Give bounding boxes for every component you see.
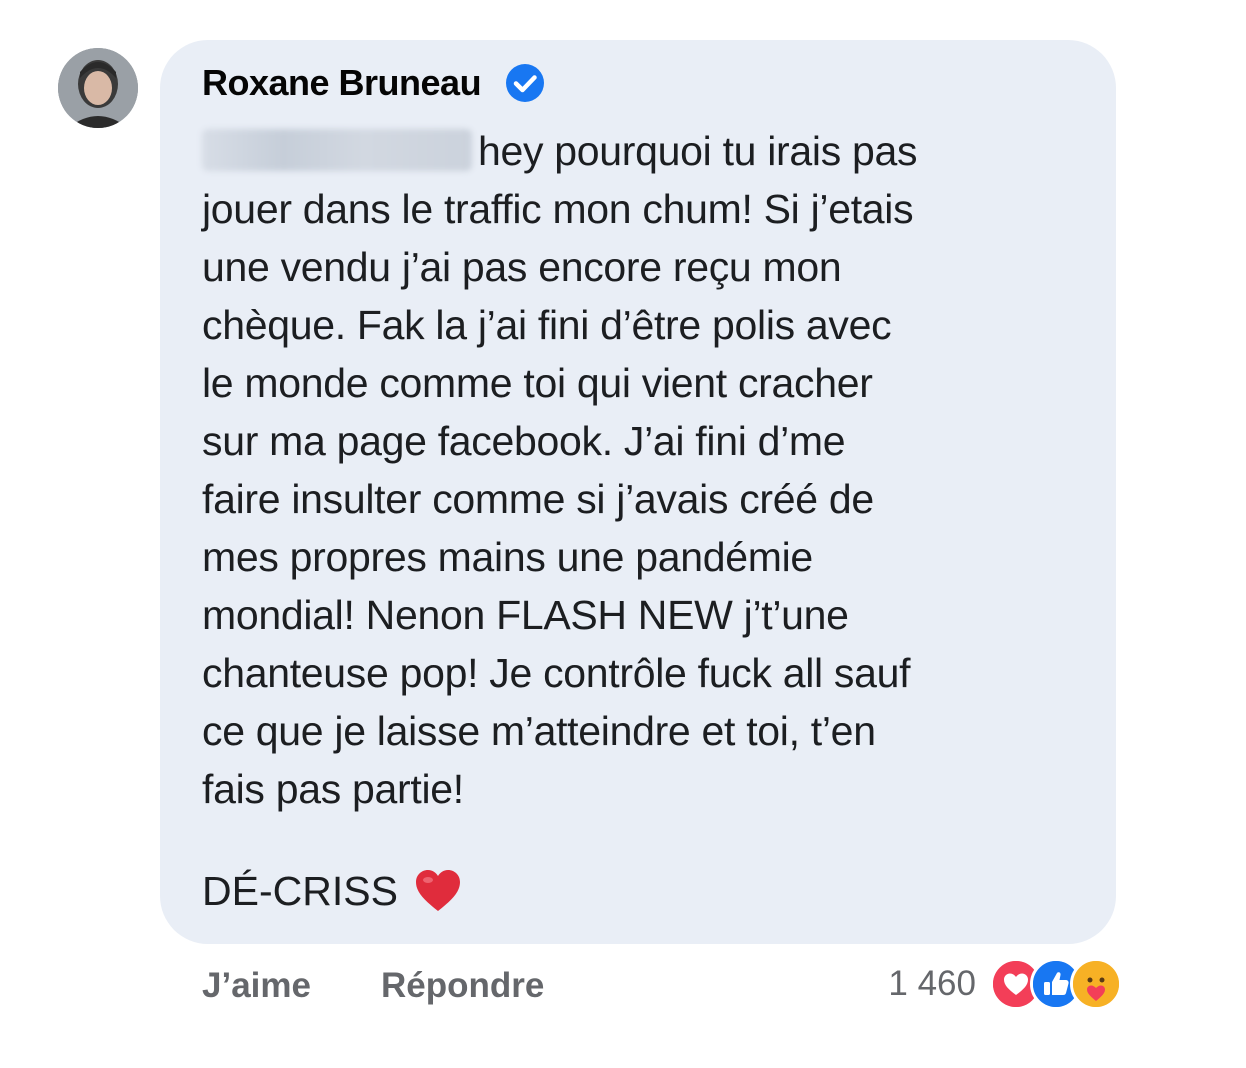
- comment-line-12: fais pas partie!: [202, 766, 464, 812]
- comment-text: hey pourquoi tu irais pas jouer dans le …: [202, 122, 1102, 818]
- reply-button[interactable]: Répondre: [381, 966, 544, 1006]
- care-reaction-icon: [1070, 958, 1122, 1010]
- avatar-photo-icon: [58, 48, 138, 128]
- red-heart-icon: [414, 869, 462, 913]
- comment-signoff: DÉ-CRISS: [202, 862, 462, 920]
- author-name[interactable]: Roxane Bruneau: [202, 62, 482, 104]
- author-avatar[interactable]: [58, 48, 138, 128]
- comment-line-8: mes propres mains une pandémie: [202, 534, 813, 580]
- comment-line-11: ce que je laisse m’atteindre et toi, t’e…: [202, 708, 876, 754]
- comment-line-5: le monde comme toi qui vient cracher: [202, 360, 873, 406]
- reactions-summary[interactable]: 1 460: [888, 958, 1122, 1010]
- reaction-count: 1 460: [888, 964, 976, 1003]
- like-button[interactable]: J’aime: [202, 966, 311, 1006]
- comment-line-6: sur ma page facebook. J’ai fini d’me: [202, 418, 846, 464]
- verified-badge-icon: [505, 63, 545, 103]
- comment-line-2: jouer dans le traffic mon chum! Si j’eta…: [202, 186, 914, 232]
- reaction-icons: [990, 958, 1122, 1010]
- author-row: Roxane Bruneau: [202, 60, 545, 106]
- comment-line-4: chèque. Fak la j’ai fini d’être polis av…: [202, 302, 892, 348]
- comment-line-10: chanteuse pop! Je contrôle fuck all sauf: [202, 650, 911, 696]
- comment-line-1: hey pourquoi tu irais pas: [202, 122, 1102, 180]
- blurred-mention-tag[interactable]: [202, 129, 472, 171]
- comment-line-9: mondial! Nenon FLASH NEW j’t’une: [202, 592, 849, 638]
- signoff-text: DÉ-CRISS: [202, 868, 398, 914]
- comment-line-3: une vendu j’ai pas encore reçu mon: [202, 244, 842, 290]
- comment-actions: J’aime Répondre: [202, 966, 614, 1006]
- comment-bubble: Roxane Bruneau hey pourquoi tu irais pas…: [160, 40, 1116, 944]
- comment-line-7: faire insulter comme si j’avais créé de: [202, 476, 874, 522]
